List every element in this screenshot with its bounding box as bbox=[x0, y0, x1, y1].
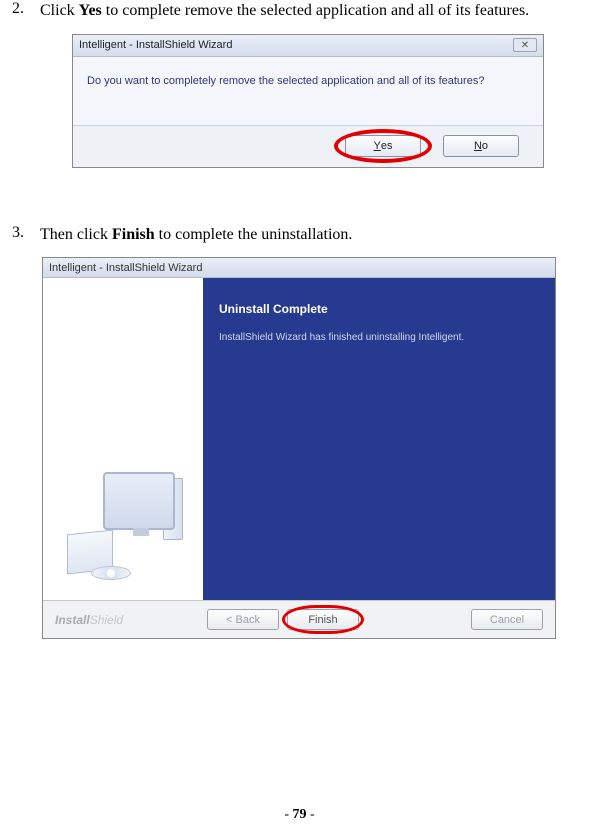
dialog2-footer: InstallShield < Back Finish Cancel bbox=[43, 600, 555, 638]
step-2: 2. Click Yes to complete remove the sele… bbox=[0, 0, 599, 22]
computer-clipart-icon bbox=[63, 472, 183, 582]
uninstall-heading: Uninstall Complete bbox=[219, 302, 539, 316]
dialog-footer: Yes No bbox=[73, 125, 543, 167]
step-3-text: Then click Finish to complete the uninst… bbox=[40, 224, 599, 246]
step-3-number: 3. bbox=[12, 224, 40, 246]
page-number: - 79 - bbox=[0, 807, 599, 823]
uninstall-message: InstallShield Wizard has finished uninst… bbox=[219, 332, 539, 343]
dialog2-body: Uninstall Complete InstallShield Wizard … bbox=[43, 278, 555, 600]
close-button[interactable]: ✕ bbox=[513, 38, 537, 52]
close-icon: ✕ bbox=[521, 40, 529, 51]
dialog2-titlebar: Intelligent - InstallShield Wizard bbox=[43, 258, 555, 278]
back-button[interactable]: < Back bbox=[207, 609, 279, 630]
step-3: 3. Then click Finish to complete the uni… bbox=[0, 224, 599, 246]
cancel-button[interactable]: Cancel bbox=[471, 609, 543, 630]
dialog-title: Intelligent - InstallShield Wizard bbox=[79, 39, 232, 51]
finish-button[interactable]: Finish bbox=[287, 609, 359, 630]
installshield-brand: InstallShield bbox=[55, 613, 123, 627]
dialog-titlebar: Intelligent - InstallShield Wizard ✕ bbox=[73, 35, 543, 57]
dialog2-title: Intelligent - InstallShield Wizard bbox=[49, 262, 202, 274]
yes-button[interactable]: Yes bbox=[345, 135, 421, 157]
confirm-remove-dialog: Intelligent - InstallShield Wizard ✕ Do … bbox=[72, 34, 544, 168]
step-2-text: Click Yes to complete remove the selecte… bbox=[40, 0, 599, 22]
no-button[interactable]: No bbox=[443, 135, 519, 157]
wizard-content: Uninstall Complete InstallShield Wizard … bbox=[203, 278, 555, 600]
step-2-number: 2. bbox=[12, 0, 40, 22]
uninstall-complete-dialog: Intelligent - InstallShield Wizard Unins… bbox=[42, 257, 556, 639]
dialog-message: Do you want to completely remove the sel… bbox=[73, 57, 543, 125]
wizard-sidebar bbox=[43, 278, 203, 600]
